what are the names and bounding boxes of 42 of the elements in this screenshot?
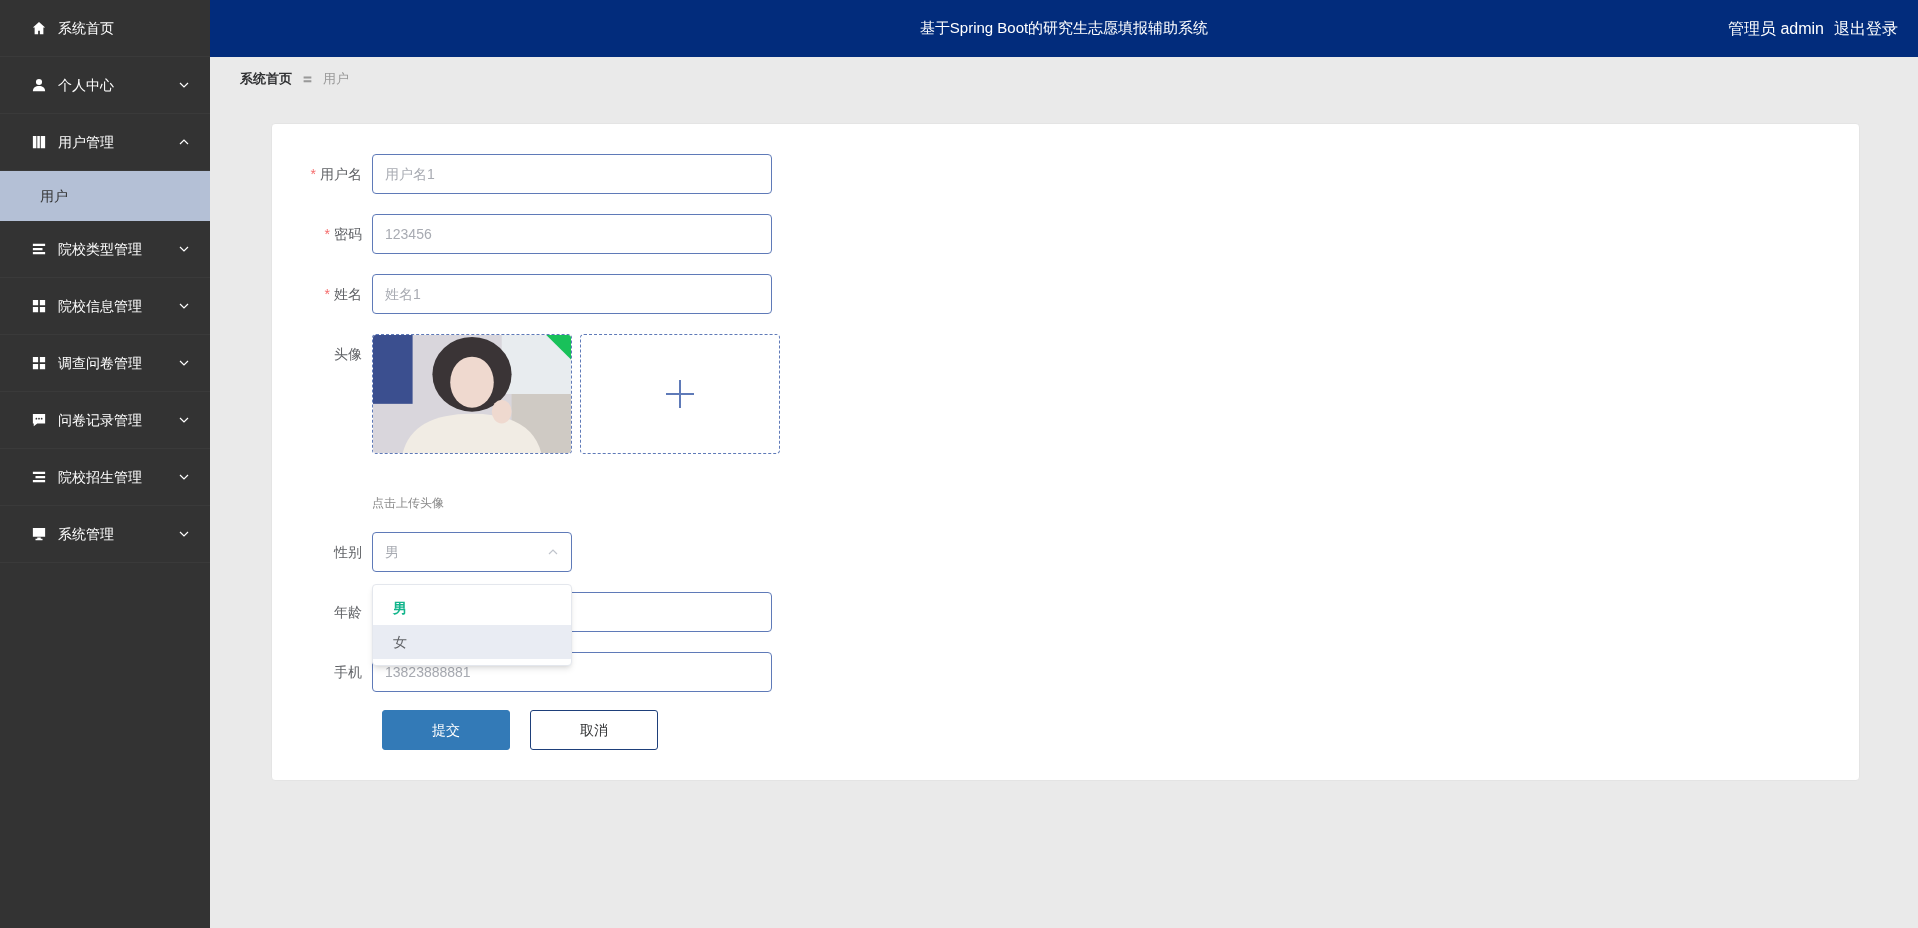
breadcrumb-item[interactable]: 系统首页	[240, 69, 292, 89]
field-label: 性别	[334, 542, 362, 562]
submit-button[interactable]: 提交	[382, 710, 510, 750]
sidebar-item[interactable]: 调查问卷管理	[0, 335, 210, 392]
required-mark: *	[324, 224, 330, 244]
breadcrumb-separator: 〓	[302, 71, 313, 87]
person-icon	[32, 78, 46, 92]
app-title: 基于Spring Boot的研究生志愿填报辅助系统	[919, 18, 1209, 39]
required-mark: *	[310, 164, 316, 184]
home-icon	[32, 21, 46, 35]
chat-icon	[32, 413, 46, 427]
cancel-button[interactable]: 取消	[530, 710, 658, 750]
upload-hint: 点击上传头像	[372, 495, 445, 512]
sidebar-item[interactable]: 问卷记录管理	[0, 392, 210, 449]
logout-link[interactable]: 退出登录	[1834, 16, 1898, 41]
field-label: 密码	[334, 224, 362, 244]
sidebar-item[interactable]: 院校类型管理	[0, 221, 210, 278]
field-label: 头像	[334, 344, 362, 364]
list-icon	[32, 242, 46, 256]
breadcrumb-item: 用户	[323, 70, 349, 89]
field-label: 年龄	[334, 602, 362, 622]
input-field[interactable]: 用户名1	[372, 154, 772, 194]
sidebar-item[interactable]: 院校招生管理	[0, 449, 210, 506]
monitor-icon	[32, 527, 46, 541]
field-label: 用户名	[320, 164, 362, 184]
sidebar-item[interactable]: 系统管理	[0, 506, 210, 563]
required-mark: *	[324, 284, 330, 304]
grid-icon	[32, 356, 46, 370]
input-field[interactable]: 姓名1	[372, 274, 772, 314]
sidebar-subitem[interactable]: 用户	[0, 171, 210, 221]
sidebar-item[interactable]: 个人中心	[0, 57, 210, 114]
input-field[interactable]: 13823888881	[372, 652, 772, 692]
field-label: 手机	[334, 662, 362, 682]
sidebar-item[interactable]: 院校信息管理	[0, 278, 210, 335]
list-icon	[32, 470, 46, 484]
dropdown-option[interactable]: 女	[373, 625, 571, 659]
plus-icon	[666, 380, 694, 408]
grid-icon	[32, 299, 46, 313]
field-label: 姓名	[334, 284, 362, 304]
user-label: 管理员 admin	[1727, 18, 1824, 39]
book-icon	[32, 135, 46, 149]
input-field[interactable]: 123456	[372, 214, 772, 254]
